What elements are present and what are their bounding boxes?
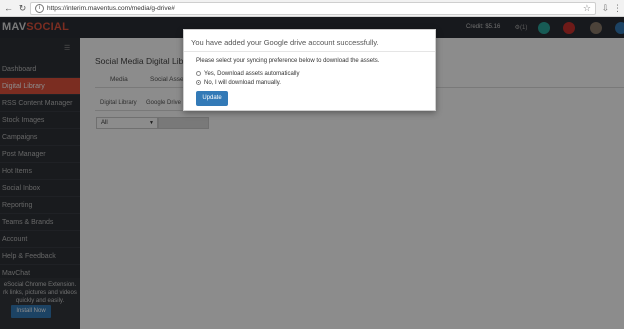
browser-toolbar: ← ↻ i https://interim.maventus.com/media… <box>0 0 624 17</box>
menu-icon[interactable]: ⋮ <box>612 3 623 14</box>
info-icon[interactable]: i <box>35 4 44 13</box>
radio-auto-download[interactable] <box>196 71 201 76</box>
download-icon[interactable]: ⇩ <box>600 3 611 14</box>
bookmark-star-icon[interactable]: ☆ <box>583 3 591 14</box>
radio-manual-download[interactable] <box>196 80 201 85</box>
dialog-prompt: Please select your syncing preference be… <box>196 58 380 64</box>
gdrive-sync-dialog: You have added your Google drive account… <box>183 29 436 111</box>
option-manual-download-label: No, I will download manually. <box>204 80 281 86</box>
update-button[interactable]: Update <box>196 91 228 106</box>
address-bar[interactable]: i https://interim.maventus.com/media/g-d… <box>30 2 596 15</box>
option-auto-download-label: Yes, Download assets automatically <box>204 71 300 77</box>
reload-icon[interactable]: ↻ <box>16 2 29 15</box>
url-text: https://interim.maventus.com/media/g-dri… <box>47 5 175 12</box>
back-icon[interactable]: ← <box>2 2 15 15</box>
dialog-title: You have added your Google drive account… <box>191 38 379 47</box>
dialog-divider <box>184 51 435 52</box>
